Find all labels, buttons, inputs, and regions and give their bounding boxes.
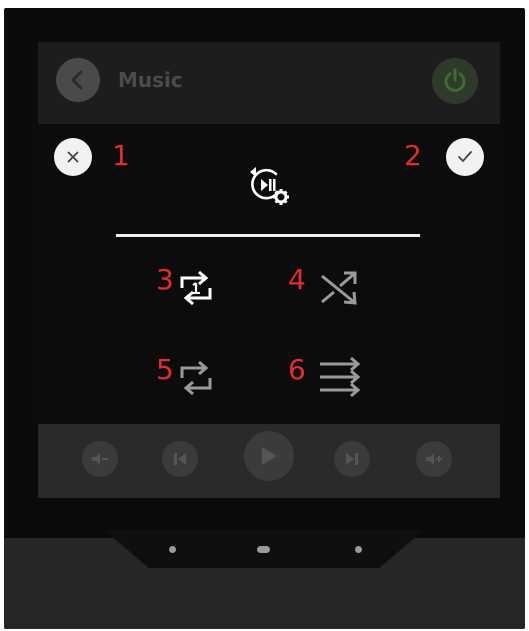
indicator-pill-center bbox=[257, 546, 270, 553]
app-header: Music bbox=[38, 42, 500, 124]
marker-4: 4 bbox=[288, 263, 306, 296]
marker-1: 1 bbox=[112, 139, 130, 172]
shuffle-icon[interactable] bbox=[318, 268, 360, 308]
marker-5: 5 bbox=[156, 353, 174, 386]
volume-down-button[interactable] bbox=[82, 441, 118, 477]
play-icon bbox=[262, 447, 277, 465]
play-in-order-icon[interactable] bbox=[318, 356, 364, 400]
repeat-all-icon[interactable] bbox=[176, 358, 216, 398]
app-title: Music bbox=[118, 68, 183, 92]
next-button[interactable] bbox=[334, 441, 370, 477]
marker-3: 3 bbox=[156, 263, 174, 296]
screen: Music 1 2 3 4 5 6 bbox=[38, 42, 500, 498]
check-icon bbox=[458, 151, 472, 163]
device-frame: Music 1 2 3 4 5 6 bbox=[4, 8, 525, 629]
close-icon bbox=[67, 151, 79, 163]
repeat-shuffle-settings-icon bbox=[250, 167, 289, 205]
previous-button[interactable] bbox=[162, 441, 198, 477]
volume-up-button[interactable] bbox=[416, 441, 452, 477]
chevron-left-icon bbox=[70, 70, 83, 90]
indicator-dot-left bbox=[169, 546, 176, 553]
next-icon bbox=[346, 453, 358, 465]
repeat-one-icon[interactable] bbox=[176, 268, 216, 308]
marker-6: 6 bbox=[288, 353, 306, 386]
play-button[interactable] bbox=[244, 431, 294, 481]
back-button[interactable] bbox=[56, 58, 100, 102]
marker-2: 2 bbox=[404, 139, 422, 172]
volume-up-icon bbox=[426, 453, 442, 465]
dialog-divider bbox=[116, 234, 420, 237]
power-button[interactable] bbox=[432, 58, 478, 104]
confirm-button[interactable] bbox=[446, 138, 484, 176]
power-icon bbox=[444, 68, 466, 92]
close-button[interactable] bbox=[54, 138, 92, 176]
previous-icon bbox=[174, 453, 186, 465]
player-controls bbox=[38, 424, 500, 498]
playback-mode-dialog: 1 2 3 4 5 6 bbox=[38, 124, 500, 424]
indicator-dot-right bbox=[355, 546, 362, 553]
volume-down-icon bbox=[92, 453, 108, 465]
